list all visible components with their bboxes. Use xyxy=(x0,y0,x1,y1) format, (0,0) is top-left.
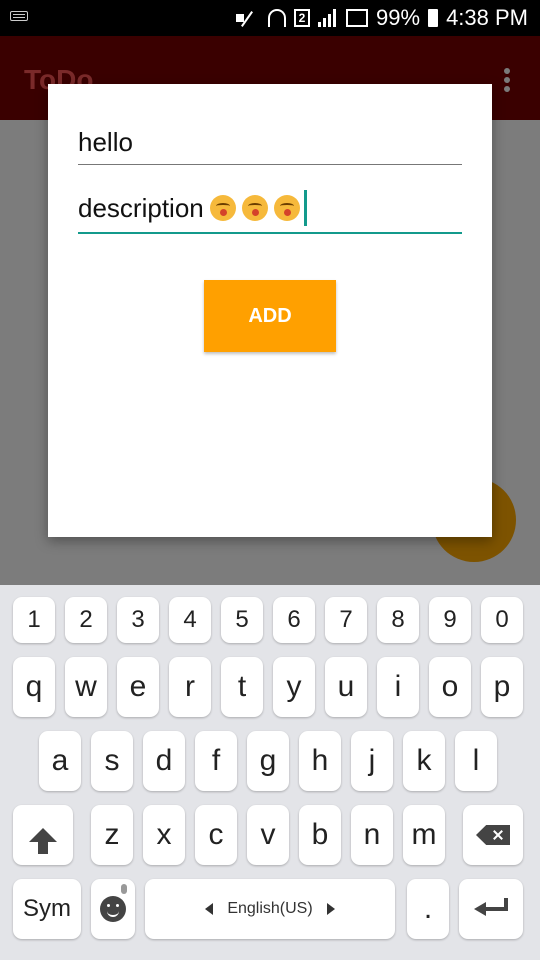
key-o[interactable]: o xyxy=(429,657,471,717)
key-b[interactable]: b xyxy=(299,805,341,865)
key-i[interactable]: i xyxy=(377,657,419,717)
key-3[interactable]: 3 xyxy=(117,597,159,643)
space-label: English(US) xyxy=(227,900,313,917)
emoji-key[interactable] xyxy=(91,879,135,939)
text-cursor xyxy=(303,190,307,226)
arrow-left-icon xyxy=(205,903,214,915)
key-d[interactable]: d xyxy=(143,731,185,791)
wifi-icon xyxy=(268,9,287,27)
space-key[interactable]: English(US) xyxy=(145,879,395,939)
key-j[interactable]: j xyxy=(351,731,393,791)
backspace-key[interactable] xyxy=(463,805,523,865)
key-k[interactable]: k xyxy=(403,731,445,791)
face-savoring-emoji-icon xyxy=(241,195,268,221)
key-4[interactable]: 4 xyxy=(169,597,211,643)
clock: 4:38 PM xyxy=(446,5,528,30)
key-8[interactable]: 8 xyxy=(377,597,419,643)
key-2[interactable]: 2 xyxy=(65,597,107,643)
key-h[interactable]: h xyxy=(299,731,341,791)
title-field-text: hello xyxy=(78,127,133,157)
title-field[interactable]: hello xyxy=(78,124,462,165)
add-todo-dialog: hello description ADD xyxy=(48,84,492,537)
face-savoring-emoji-icon xyxy=(273,195,300,221)
key-n[interactable]: n xyxy=(351,805,393,865)
shift-key[interactable] xyxy=(13,805,73,865)
mic-icon xyxy=(121,884,127,894)
key-s[interactable]: s xyxy=(91,731,133,791)
key-t[interactable]: t xyxy=(221,657,263,717)
arrow-right-icon xyxy=(326,903,335,915)
key-7[interactable]: 7 xyxy=(325,597,367,643)
period-key[interactable]: . xyxy=(407,879,449,939)
key-q[interactable]: q xyxy=(13,657,55,717)
signal-box-icon xyxy=(346,9,369,27)
keyboard-notification-icon xyxy=(10,11,30,25)
key-g[interactable]: g xyxy=(247,731,289,791)
smiley-icon xyxy=(100,896,126,922)
key-l[interactable]: l xyxy=(455,731,497,791)
key-9[interactable]: 9 xyxy=(429,597,471,643)
key-c[interactable]: c xyxy=(195,805,237,865)
battery-percent: 99% xyxy=(376,5,421,30)
key-0[interactable]: 0 xyxy=(481,597,523,643)
key-v[interactable]: v xyxy=(247,805,289,865)
key-f[interactable]: f xyxy=(195,731,237,791)
key-y[interactable]: y xyxy=(273,657,315,717)
key-u[interactable]: u xyxy=(325,657,367,717)
signal-icon xyxy=(318,9,338,27)
key-1[interactable]: 1 xyxy=(13,597,55,643)
key-z[interactable]: z xyxy=(91,805,133,865)
key-a[interactable]: a xyxy=(39,731,81,791)
sym-key[interactable]: Sym xyxy=(13,879,81,939)
overflow-menu-icon[interactable] xyxy=(504,68,510,92)
key-6[interactable]: 6 xyxy=(273,597,315,643)
key-p[interactable]: p xyxy=(481,657,523,717)
description-field[interactable]: description xyxy=(78,190,462,234)
key-e[interactable]: e xyxy=(117,657,159,717)
enter-key[interactable] xyxy=(459,879,523,939)
description-field-text: description xyxy=(78,192,204,223)
key-5[interactable]: 5 xyxy=(221,597,263,643)
key-m[interactable]: m xyxy=(403,805,445,865)
status-bar: 2 99% 4:38 PM xyxy=(0,0,540,36)
add-button[interactable]: ADD xyxy=(204,280,336,352)
key-x[interactable]: x xyxy=(143,805,185,865)
backspace-icon xyxy=(476,825,510,845)
sim-icon: 2 xyxy=(294,9,311,27)
shift-arrow-icon xyxy=(29,828,57,854)
mute-icon xyxy=(234,9,260,27)
key-r[interactable]: r xyxy=(169,657,211,717)
key-w[interactable]: w xyxy=(65,657,107,717)
battery-icon xyxy=(428,9,439,27)
face-savoring-emoji-icon xyxy=(209,195,236,221)
enter-icon xyxy=(474,898,508,918)
